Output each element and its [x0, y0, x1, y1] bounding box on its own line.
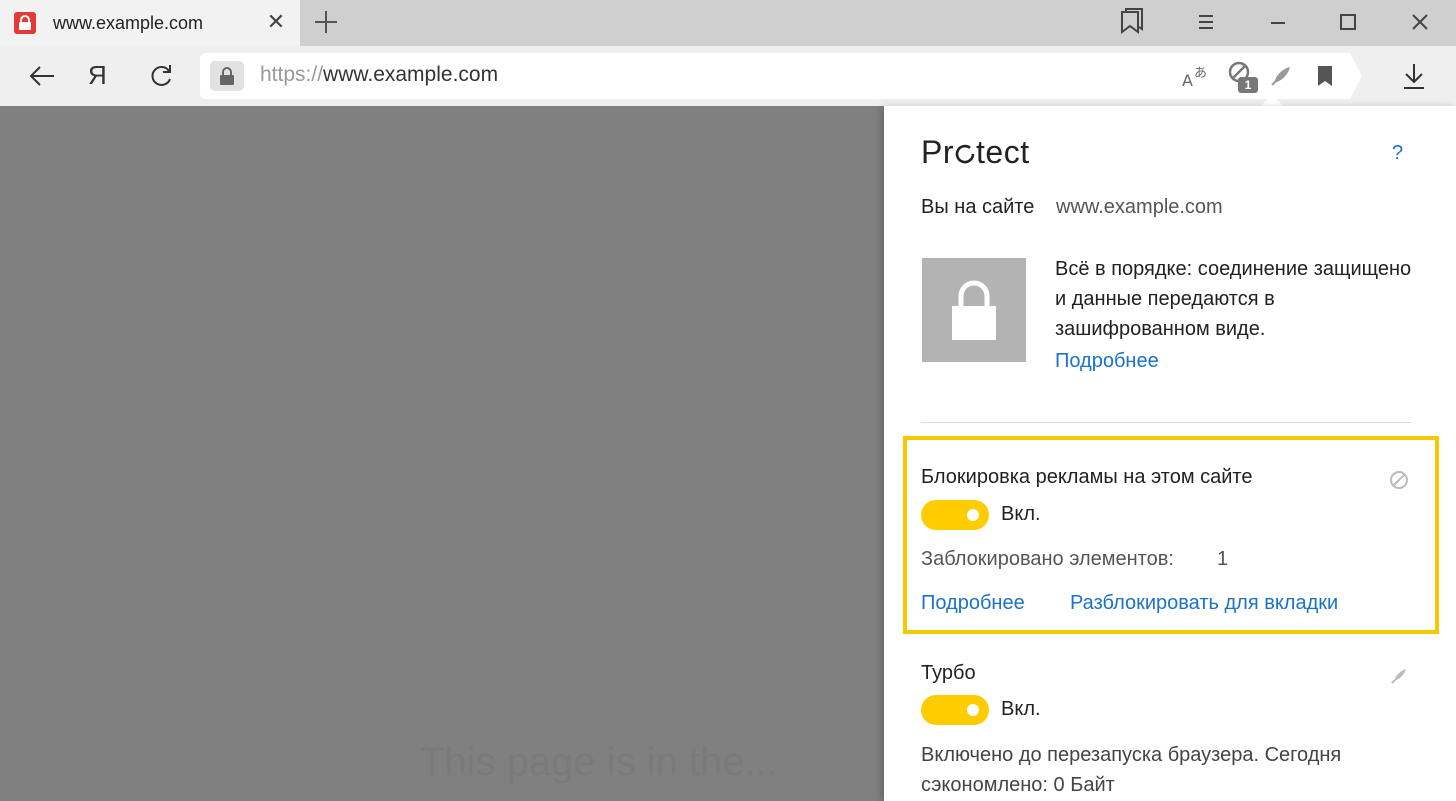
close-window-button[interactable] [1404, 6, 1436, 38]
toggle-knob [967, 509, 979, 521]
turbo-rocket-icon[interactable] [1264, 59, 1298, 93]
blocked-elements-label: Заблокировано элементов: [921, 548, 1174, 570]
site-host: www.example.com [1056, 196, 1223, 218]
address-bar[interactable]: https://www.example.com Aあ 1 [200, 53, 1350, 99]
new-tab-button[interactable] [312, 8, 340, 36]
menu-icon[interactable] [1190, 6, 1222, 38]
bookmarks-panel-button[interactable] [1116, 6, 1148, 38]
active-tab[interactable]: www.example.com ✕ [0, 0, 300, 46]
tab-close-button[interactable]: ✕ [264, 10, 288, 34]
bookmark-icon[interactable] [1308, 59, 1342, 93]
yandex-logo-button[interactable]: Я [88, 60, 124, 96]
block-icon [1387, 468, 1411, 492]
adblock-title: Блокировка рекламы на этом сайте [921, 466, 1253, 488]
address-bar-tail [1350, 53, 1362, 99]
blocked-count-badge: 1 [1238, 77, 1258, 93]
toolbar: Я https://www.example.com Aあ 1 [0, 46, 1456, 106]
tab-title: www.example.com [53, 13, 204, 33]
adblock-icon[interactable]: 1 [1226, 59, 1260, 93]
toggle-knob [967, 704, 979, 716]
protect-panel: Pr tect ? Вы на сайте www.example.com Всё… [884, 106, 1456, 801]
shield-o-icon [955, 144, 975, 164]
divider [921, 422, 1411, 423]
svg-text:A: A [1182, 71, 1193, 90]
svg-text:あ: あ [1194, 66, 1207, 81]
blocked-elements-count: 1 [1217, 548, 1229, 570]
secure-lock-icon [922, 258, 1026, 362]
protect-title-post: tect [976, 134, 1030, 170]
turbo-title: Турбо [921, 662, 976, 684]
adblock-toggle-label: Вкл. [1001, 503, 1041, 525]
secure-connection-message: Всё в порядке: соединение защищено и дан… [1055, 258, 1412, 340]
adblock-more-link[interactable]: Подробнее [921, 592, 1025, 615]
url-scheme: https:// [260, 63, 324, 86]
turbo-toggle[interactable] [921, 695, 989, 725]
lock-favicon-icon [14, 12, 36, 34]
translate-icon[interactable]: Aあ [1180, 59, 1214, 93]
turbo-toggle-label: Вкл. [1001, 698, 1041, 720]
page-content-text: This page is in the... [420, 740, 778, 784]
protect-lock-button[interactable] [210, 61, 244, 91]
rocket-icon [1387, 664, 1411, 688]
unblock-tab-link[interactable]: Разблокировать для вкладки [1070, 592, 1338, 615]
url-host: www.example.com [323, 63, 499, 86]
tab-strip: www.example.com ✕ [0, 0, 1456, 46]
back-arrow-icon[interactable] [24, 58, 60, 94]
help-link[interactable]: ? [1392, 142, 1403, 165]
connection-more-link[interactable]: Подробнее [1055, 350, 1159, 373]
site-label: Вы на сайте [921, 196, 1035, 218]
url-text[interactable]: https://www.example.com [260, 63, 498, 87]
protect-title-pre: Pr [921, 134, 954, 170]
downloads-icon[interactable] [1396, 58, 1432, 94]
maximize-button[interactable] [1332, 6, 1364, 38]
minimize-button[interactable] [1262, 6, 1294, 38]
turbo-description: Включено до перезапуска браузера. Сегодн… [921, 744, 1342, 796]
adblock-toggle[interactable] [921, 500, 989, 530]
reload-icon[interactable] [144, 58, 180, 94]
protect-title: Pr tect [921, 134, 1030, 171]
